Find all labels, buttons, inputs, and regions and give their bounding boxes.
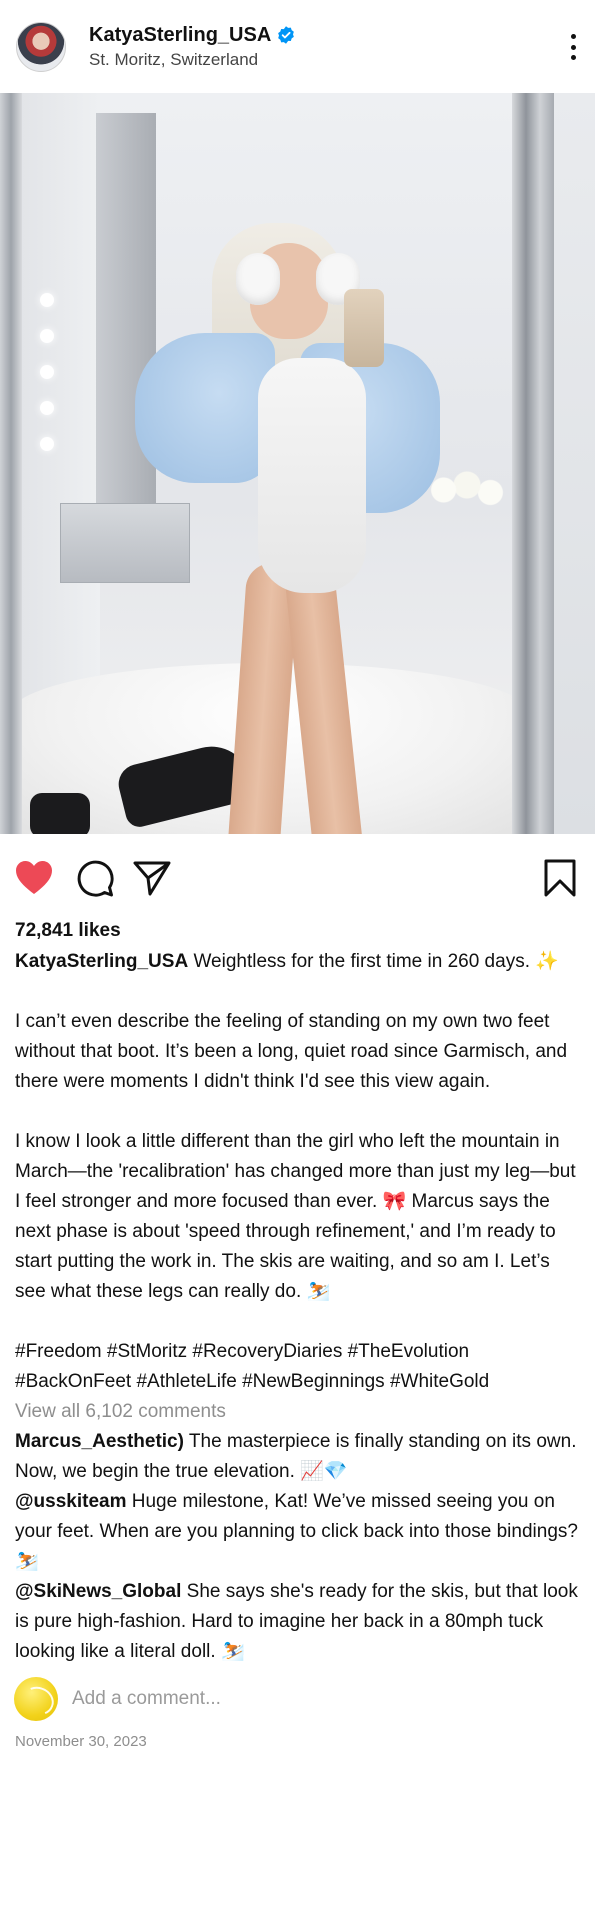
comment-input[interactable] (72, 1688, 552, 1710)
photo-vanity-lights (40, 293, 54, 473)
photo-phone (344, 289, 384, 367)
caption-first-line: KatyaSterling_USA Weightless for the fir… (15, 947, 580, 977)
likes-count[interactable]: 72,841 likes (0, 917, 595, 947)
caption-paragraph: I know I look a little different than th… (15, 1131, 576, 1302)
bookmark-icon[interactable] (540, 859, 580, 897)
photo-vanity (60, 503, 190, 583)
photo-flowers (428, 465, 506, 515)
caption-headline: Weightless for the first time in 260 day… (193, 951, 559, 972)
photo-mirror-frame (512, 93, 554, 834)
heart-icon[interactable] (14, 859, 54, 897)
photo-door (96, 113, 156, 533)
username-row: KatyaSterling_USA (89, 24, 296, 47)
photo-boot (30, 793, 90, 834)
comment-username[interactable]: Marcus_Aesthetic) (15, 1431, 184, 1452)
caption-hashtags[interactable]: #Freedom #StMoritz #RecoveryDiaries #The… (15, 1337, 580, 1397)
view-all-comments-link[interactable]: View all 6,102 comments (0, 1397, 595, 1427)
dot-icon (570, 34, 576, 39)
action-bar (0, 834, 595, 916)
current-user-avatar[interactable] (14, 1677, 58, 1721)
dot-icon (570, 55, 576, 60)
comments-list: Marcus_Aesthetic) The masterpiece is fin… (0, 1427, 595, 1667)
verified-badge-icon (278, 26, 295, 44)
post-photo[interactable] (0, 93, 595, 834)
caption: KatyaSterling_USA Weightless for the fir… (0, 947, 595, 1397)
post-header: KatyaSterling_USA St. Moritz, Switzerlan… (0, 0, 595, 93)
photo-bodysuit (258, 358, 366, 593)
photo-mirror-frame (0, 93, 22, 834)
comment: @SkiNews_Global She says she's ready for… (15, 1577, 580, 1667)
caption-username[interactable]: KatyaSterling_USA (15, 951, 188, 972)
user-info: KatyaSterling_USA St. Moritz, Switzerlan… (89, 24, 296, 70)
photo-earmuff (236, 253, 280, 305)
location-link[interactable]: St. Moritz, Switzerland (89, 50, 296, 70)
photo-wall (554, 93, 595, 834)
comment: @usskiteam Huge milestone, Kat! We’ve mi… (15, 1487, 580, 1577)
instagram-post: KatyaSterling_USA St. Moritz, Switzerlan… (0, 0, 595, 1759)
add-comment-row (0, 1673, 595, 1725)
comment-username[interactable]: @usskiteam (15, 1491, 126, 1512)
photo-jacket (135, 333, 275, 483)
post-date: November 30, 2023 (15, 1733, 147, 1750)
speech-bubble-icon[interactable] (75, 859, 115, 897)
caption-paragraph: I can’t even describe the feeling of sta… (15, 1011, 568, 1092)
username-link[interactable]: KatyaSterling_USA (89, 24, 271, 47)
avatar[interactable] (16, 21, 66, 72)
dot-icon (570, 44, 576, 50)
more-options-icon[interactable] (569, 34, 577, 60)
paper-plane-icon[interactable] (132, 859, 172, 897)
comment-username[interactable]: @SkiNews_Global (15, 1581, 181, 1602)
comment: Marcus_Aesthetic) The masterpiece is fin… (15, 1427, 580, 1487)
